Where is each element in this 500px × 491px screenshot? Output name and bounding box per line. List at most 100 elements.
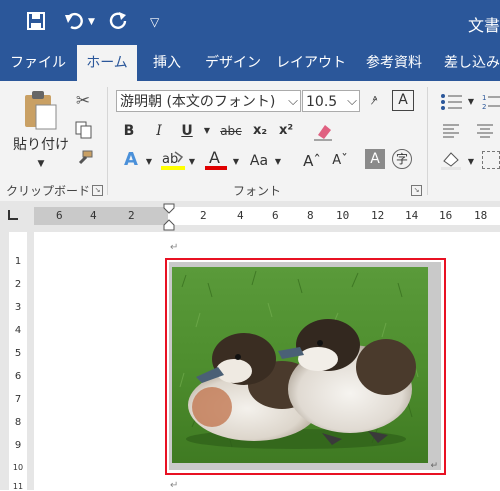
phonetic-guide-icon[interactable]: ᴬ̷ <box>366 90 384 112</box>
ruler-label: 16 <box>439 209 453 222</box>
vruler-label: 2 <box>14 279 22 290</box>
tab-selector-icon[interactable] <box>8 210 18 220</box>
vertical-ruler-bar <box>9 232 27 490</box>
superscript-icon[interactable]: x² <box>276 120 296 142</box>
bold-button[interactable]: B <box>120 120 138 142</box>
underline-button[interactable]: U <box>178 120 196 142</box>
copy-icon[interactable] <box>75 121 93 143</box>
vruler-label: 7 <box>14 394 22 405</box>
tab-design[interactable]: デザイン <box>202 45 264 81</box>
underline-dropdown-icon[interactable]: ▼ <box>201 120 213 142</box>
strikethrough-icon[interactable]: abc <box>218 120 244 142</box>
ruler-label: 10 <box>336 209 350 222</box>
highlight-dropdown-icon[interactable]: ▼ <box>187 151 197 173</box>
tab-home[interactable]: ホーム <box>77 45 137 81</box>
vruler-label: 1 <box>14 256 22 267</box>
ruler-bar: 6 4 2 2 4 6 8 10 12 14 16 18 <box>34 207 500 225</box>
indent-marker-icon[interactable] <box>163 203 175 235</box>
change-case-dropdown-icon[interactable]: ▼ <box>273 151 283 173</box>
clipboard-group-label: クリップボード <box>6 184 91 198</box>
tab-references[interactable]: 参考資料 <box>358 45 430 81</box>
enclose-characters-icon[interactable]: 字 <box>392 149 412 169</box>
shrink-font-icon[interactable]: Aˇ <box>330 150 350 172</box>
ribbon: 貼り付け ▼ ✂ クリップボード ↘ 游明朝 (本文のフォント) ⌵ 10.5 … <box>0 81 500 202</box>
svg-text:1: 1 <box>482 94 486 102</box>
cut-icon[interactable]: ✂ <box>72 90 94 112</box>
paste-dropdown-icon[interactable]: ▼ <box>33 153 49 175</box>
vruler-label: 8 <box>14 417 22 428</box>
clear-formatting-icon[interactable] <box>312 121 334 145</box>
ruler-label: 4 <box>237 209 244 222</box>
font-size-value: 10.5 <box>306 94 338 110</box>
bullets-icon[interactable] <box>440 93 464 115</box>
numbering-icon[interactable]: 12 <box>482 93 500 115</box>
align-center-icon[interactable] <box>476 123 494 143</box>
change-case-icon[interactable]: Aa <box>246 150 272 172</box>
text-effects-dropdown-icon[interactable]: ▼ <box>144 151 154 173</box>
shading-dropdown-icon[interactable]: ▼ <box>466 151 476 173</box>
character-shading-icon[interactable]: A <box>365 149 385 169</box>
horizontal-ruler: 6 4 2 2 4 6 8 10 12 14 16 18 <box>0 201 500 232</box>
svg-text:A: A <box>209 149 220 167</box>
title-bar: ▼ ▽ 文書 <box>0 0 500 45</box>
selected-image-frame[interactable]: ↵ <box>165 258 446 475</box>
align-left-icon[interactable] <box>442 123 460 143</box>
document-title: 文書 <box>467 16 500 35</box>
chevron-down-icon: ⌵ <box>288 94 298 109</box>
vruler-label: 10 <box>12 463 24 472</box>
vruler-label: 9 <box>14 440 22 451</box>
tab-insert[interactable]: 挿入 <box>143 45 191 81</box>
ribbon-tabs: ファイル ホーム 挿入 デザイン レイアウト 参考資料 差し込み <box>0 45 500 81</box>
font-size-combo[interactable]: 10.5 ⌵ <box>302 90 360 112</box>
document-page[interactable]: ↵ ↵ ↵ <box>34 232 500 491</box>
svg-text:2: 2 <box>482 103 486 111</box>
vruler-label: 3 <box>14 302 22 313</box>
font-name-combo[interactable]: 游明朝 (本文のフォント) ⌵ <box>116 90 301 112</box>
group-separator <box>427 87 428 195</box>
borders-icon[interactable] <box>482 151 500 169</box>
vertical-ruler: 1 2 3 4 5 6 7 8 9 10 11 <box>0 232 34 491</box>
ruler-label: 18 <box>474 209 488 222</box>
text-effects-icon[interactable]: A <box>120 149 142 171</box>
font-color-icon[interactable]: A <box>204 148 228 175</box>
ruler-label: 14 <box>405 209 419 222</box>
vruler-label: 6 <box>14 371 22 382</box>
font-name-value: 游明朝 (本文のフォント) <box>120 94 276 110</box>
ruler-label: 4 <box>90 209 97 222</box>
tab-layout[interactable]: レイアウト <box>276 45 346 81</box>
tab-file[interactable]: ファイル <box>8 45 68 81</box>
clipboard-launcher-icon[interactable]: ↘ <box>92 185 103 196</box>
ruler-margin <box>34 207 168 225</box>
bullets-dropdown-icon[interactable]: ▼ <box>466 91 476 113</box>
shading-icon[interactable] <box>440 149 464 175</box>
font-group-label: フォント <box>233 184 282 198</box>
customize-quick-access-icon[interactable]: ▽ <box>150 11 159 33</box>
character-border-icon[interactable]: A <box>392 90 414 111</box>
vruler-label: 4 <box>14 325 22 336</box>
tab-mailings[interactable]: 差し込み <box>444 45 500 81</box>
paste-icon[interactable] <box>22 89 58 137</box>
ruler-label: 2 <box>128 209 135 222</box>
ruler-label: 8 <box>307 209 314 222</box>
redo-icon[interactable] <box>109 11 129 37</box>
paragraph-mark-icon: ↵ <box>170 242 179 253</box>
subscript-icon[interactable]: x₂ <box>250 120 270 142</box>
image-paragraph-mark-icon: ↵ <box>430 461 438 471</box>
ruler-label: 12 <box>371 209 385 222</box>
undo-dropdown-icon[interactable]: ▼ <box>88 11 95 33</box>
font-color-dropdown-icon[interactable]: ▼ <box>231 151 241 173</box>
highlight-icon[interactable]: ab <box>160 149 186 175</box>
ruler-label: 2 <box>200 209 207 222</box>
group-separator <box>107 87 108 195</box>
chevron-down-icon: ⌵ <box>347 94 357 109</box>
vruler-label: 5 <box>14 348 22 359</box>
paragraph-mark-icon: ↵ <box>170 480 179 491</box>
save-icon[interactable] <box>26 11 46 37</box>
italic-button[interactable]: I <box>150 120 168 142</box>
ruler-label: 6 <box>56 209 63 222</box>
grow-font-icon[interactable]: Aˆ <box>302 150 322 172</box>
undo-icon[interactable] <box>64 11 86 37</box>
format-painter-icon[interactable] <box>74 149 94 173</box>
svg-text:ab: ab <box>162 152 178 167</box>
font-launcher-icon[interactable]: ↘ <box>411 185 422 196</box>
